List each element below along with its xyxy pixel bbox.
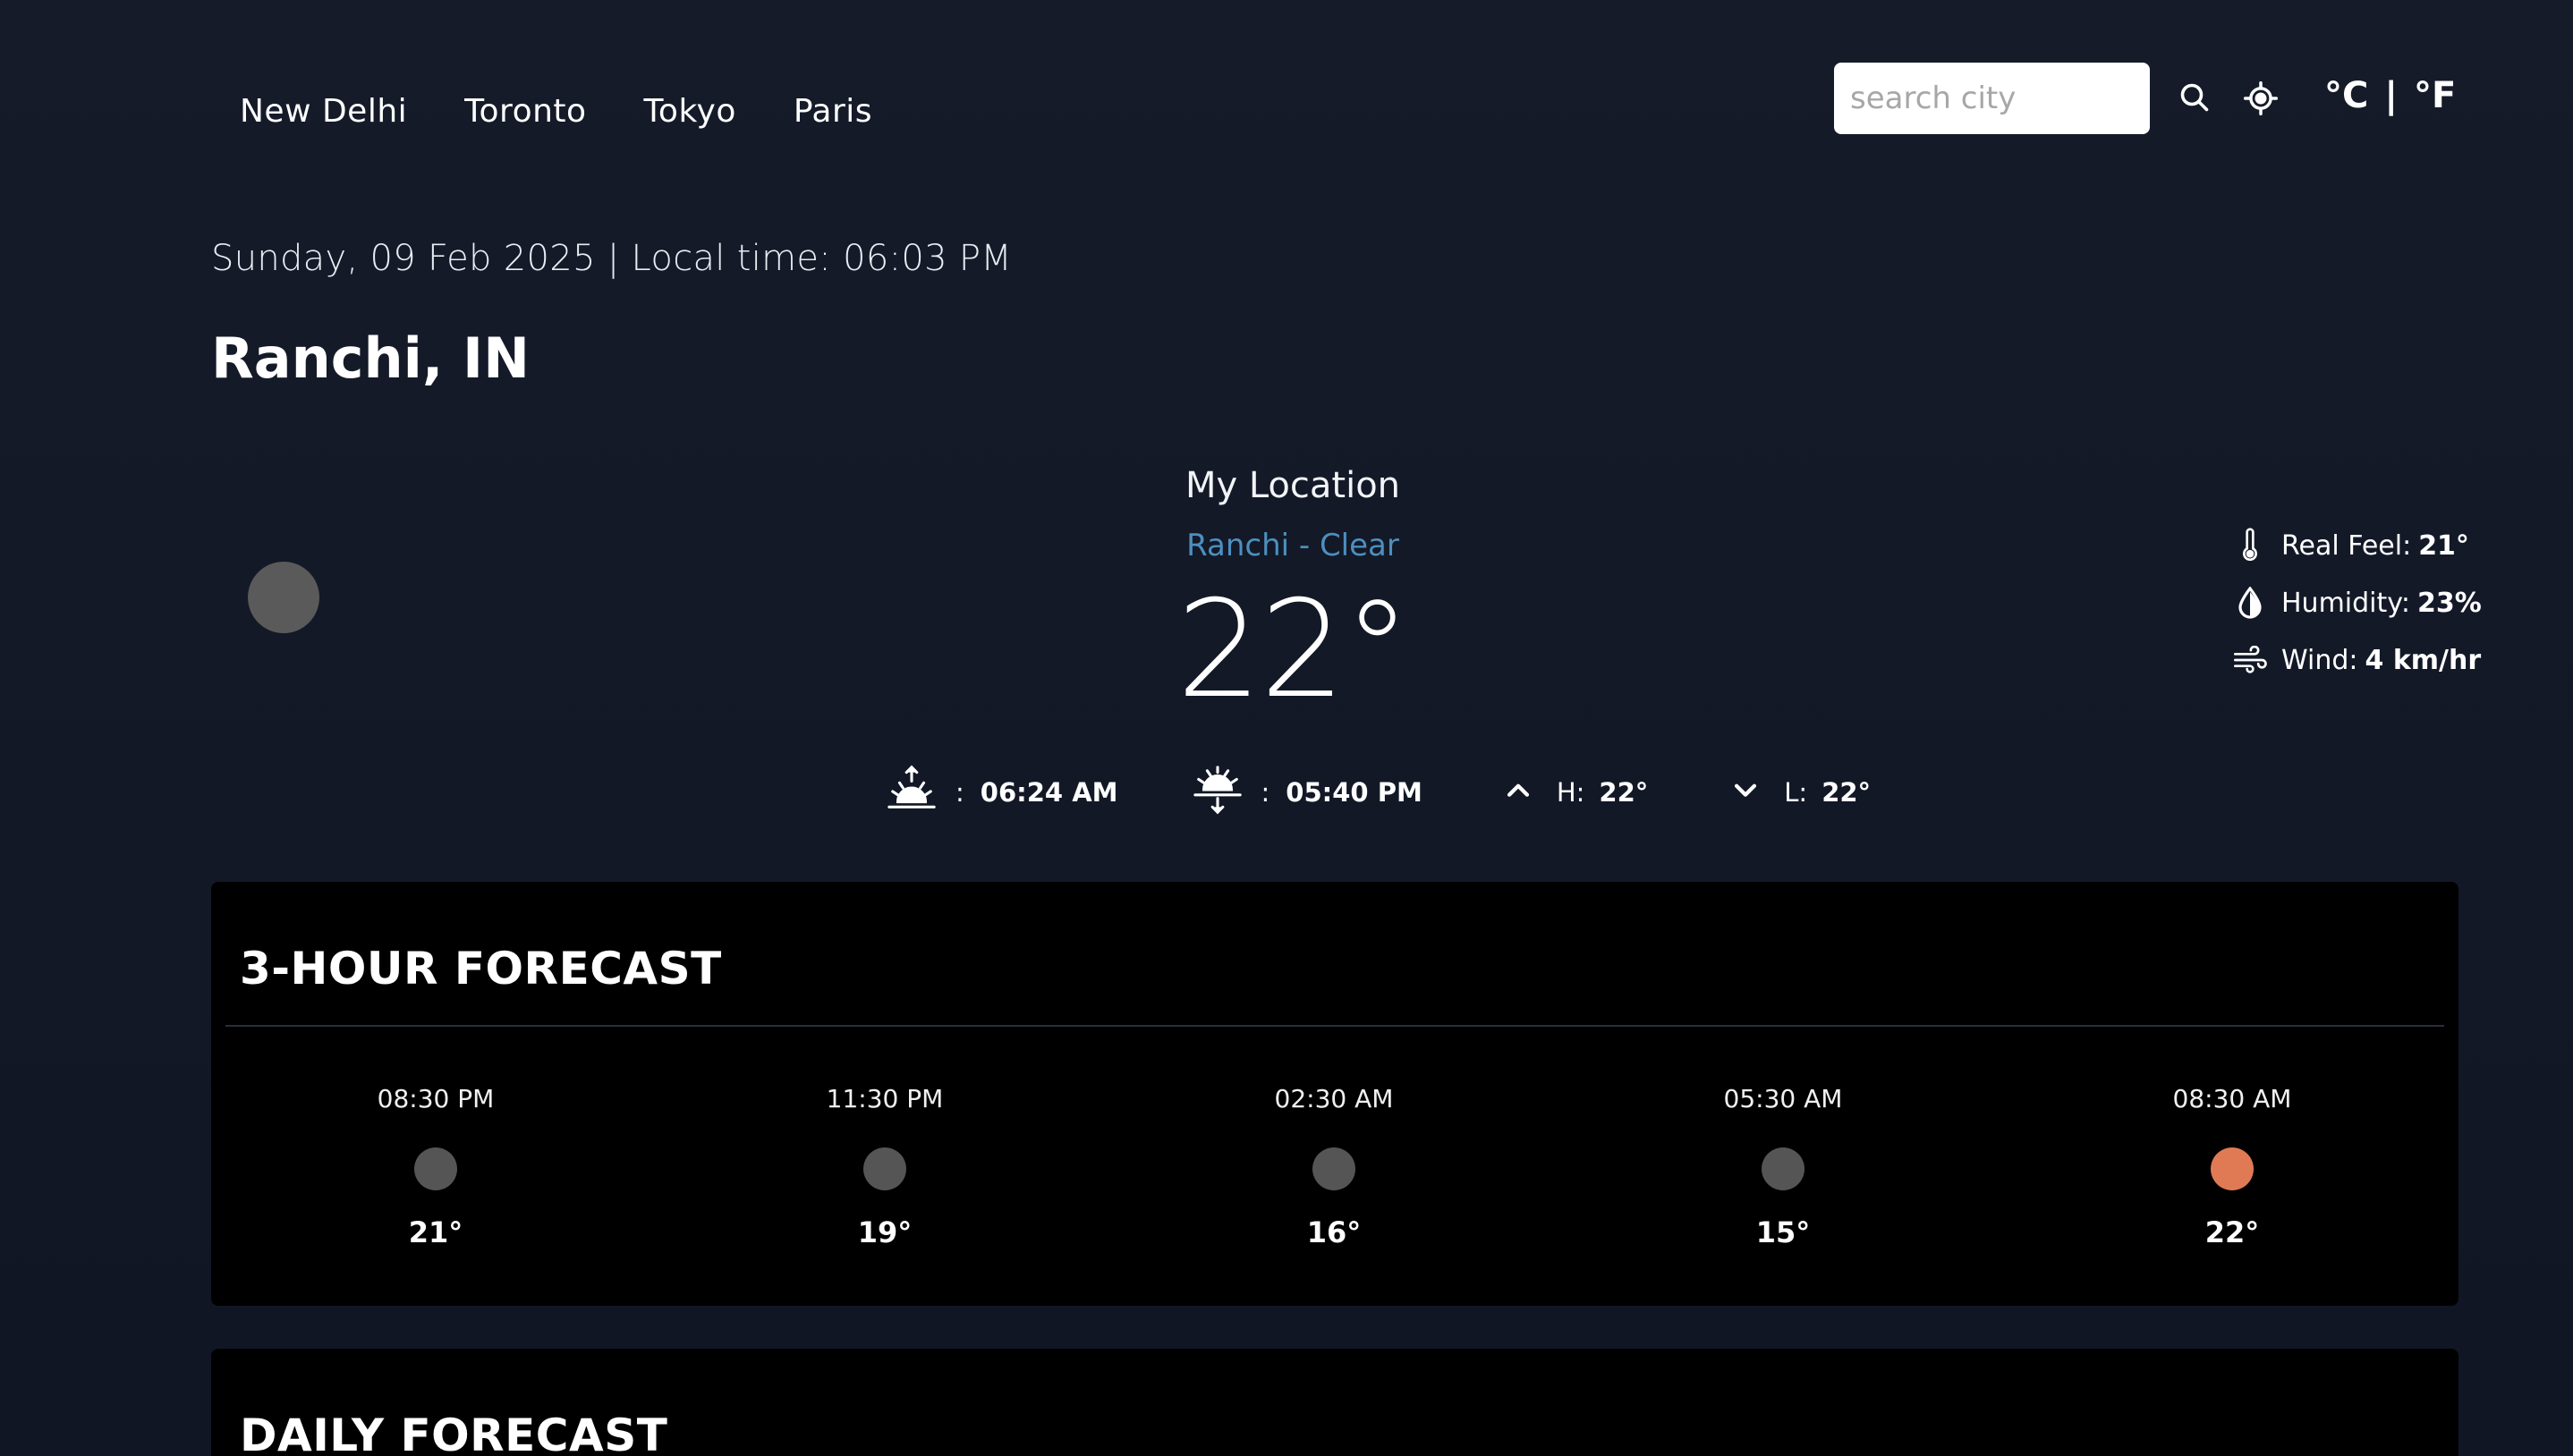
low-value: 22°	[1821, 777, 1872, 808]
city-link-tokyo[interactable]: Tokyo	[644, 93, 736, 130]
real-feel-label: Real Feel:	[2281, 529, 2412, 562]
moon-icon	[248, 562, 319, 633]
humidity-label: Humidity:	[2281, 587, 2410, 619]
current-temperature: 22°	[1176, 572, 1411, 728]
wind-row: Wind: 4 km/hr	[2229, 631, 2482, 689]
hourly-forecast-title: 3-HOUR FORECAST	[240, 943, 722, 995]
real-feel-row: Real Feel: 21°	[2229, 517, 2482, 574]
thermometer-icon	[2229, 528, 2271, 563]
real-feel-value: 21°	[2418, 529, 2469, 562]
humidity-row: Humidity: 23%	[2229, 574, 2482, 631]
city-link-paris[interactable]: Paris	[794, 93, 872, 130]
search-input[interactable]	[1834, 63, 2150, 134]
top-navigation: New Delhi Toronto Tokyo Paris °C | °F	[0, 0, 2573, 197]
sunrise-item: : 06:24 AM	[886, 765, 1118, 821]
forecast-temp: 21°	[408, 1215, 463, 1249]
forecast-time: 08:30 PM	[377, 1084, 495, 1113]
sunset-item: : 05:40 PM	[1192, 765, 1422, 821]
moon-icon	[1762, 1147, 1804, 1190]
divider	[225, 1025, 2444, 1027]
sun-icon	[2211, 1147, 2254, 1190]
forecast-temp: 22°	[2204, 1215, 2260, 1249]
sunrise-separator: :	[955, 777, 964, 808]
forecast-item: 02:30 AM 16°	[1109, 1084, 1558, 1249]
sunrise-time: 06:24 AM	[980, 777, 1118, 808]
high-item: H: 22°	[1503, 775, 1648, 811]
forecast-item: 05:30 AM 15°	[1558, 1084, 2008, 1249]
my-location-heading: My Location	[1185, 465, 1401, 506]
humidity-value: 23%	[2416, 587, 2482, 619]
chevron-up-icon	[1503, 775, 1533, 811]
weather-condition: Ranchi - Clear	[1186, 528, 1399, 563]
local-datetime: Sunday, 09 Feb 2025 | Local time: 06:03 …	[211, 238, 1013, 279]
daily-forecast-title: DAILY FORECAST	[240, 1409, 668, 1456]
hourly-forecast-list: 08:30 PM 21° 11:30 PM 19° 02:30 AM 16° 0…	[211, 1084, 2458, 1249]
unit-toggle: °C | °F	[2324, 75, 2456, 116]
sunrise-icon	[886, 765, 938, 821]
location-title: Ranchi, IN	[211, 326, 530, 391]
low-label: L:	[1784, 777, 1808, 808]
sunset-time: 05:40 PM	[1286, 777, 1422, 808]
forecast-item: 08:30 PM 21°	[211, 1084, 660, 1249]
celsius-button[interactable]: °C	[2324, 75, 2368, 116]
hourly-forecast-panel: 3-HOUR FORECAST 08:30 PM 21° 11:30 PM 19…	[211, 882, 2458, 1306]
wind-icon	[2229, 646, 2271, 674]
forecast-item: 11:30 PM 19°	[660, 1084, 1109, 1249]
unit-separator: |	[2384, 75, 2398, 116]
city-links: New Delhi Toronto Tokyo Paris	[240, 93, 872, 130]
forecast-temp: 16°	[1306, 1215, 1362, 1249]
wind-label: Wind:	[2281, 644, 2358, 676]
forecast-item: 08:30 AM 22°	[2008, 1084, 2457, 1249]
city-link-toronto[interactable]: Toronto	[464, 93, 586, 130]
forecast-time: 05:30 AM	[1723, 1084, 1843, 1113]
wind-value: 4 km/hr	[2365, 644, 2482, 676]
search-icon[interactable]	[2176, 79, 2213, 116]
daily-forecast-panel: DAILY FORECAST	[211, 1349, 2458, 1456]
high-value: 22°	[1599, 777, 1649, 808]
forecast-time: 02:30 AM	[1274, 1084, 1394, 1113]
moon-icon	[1312, 1147, 1355, 1190]
fahrenheit-button[interactable]: °F	[2414, 75, 2456, 116]
forecast-temp: 19°	[857, 1215, 913, 1249]
low-item: L: 22°	[1730, 775, 1871, 811]
sun-and-range-row: : 06:24 AM : 05:40 PM H: 22° L: 22°	[886, 765, 1871, 821]
chevron-down-icon	[1730, 775, 1761, 811]
moon-icon	[863, 1147, 906, 1190]
forecast-time: 08:30 AM	[2172, 1084, 2292, 1113]
forecast-temp: 15°	[1755, 1215, 1811, 1249]
forecast-time: 11:30 PM	[826, 1084, 944, 1113]
weather-details: Real Feel: 21° Humidity: 23% Wind: 4 km/…	[2229, 517, 2482, 689]
moon-icon	[414, 1147, 457, 1190]
current-weather: My Location Ranchi - Clear 22°	[1114, 465, 1472, 717]
city-link-new-delhi[interactable]: New Delhi	[240, 93, 407, 130]
high-label: H:	[1556, 777, 1585, 808]
sunset-separator: :	[1261, 777, 1270, 808]
sunset-icon	[1192, 765, 1244, 821]
location-icon[interactable]	[2241, 79, 2280, 118]
humidity-icon	[2229, 587, 2271, 619]
